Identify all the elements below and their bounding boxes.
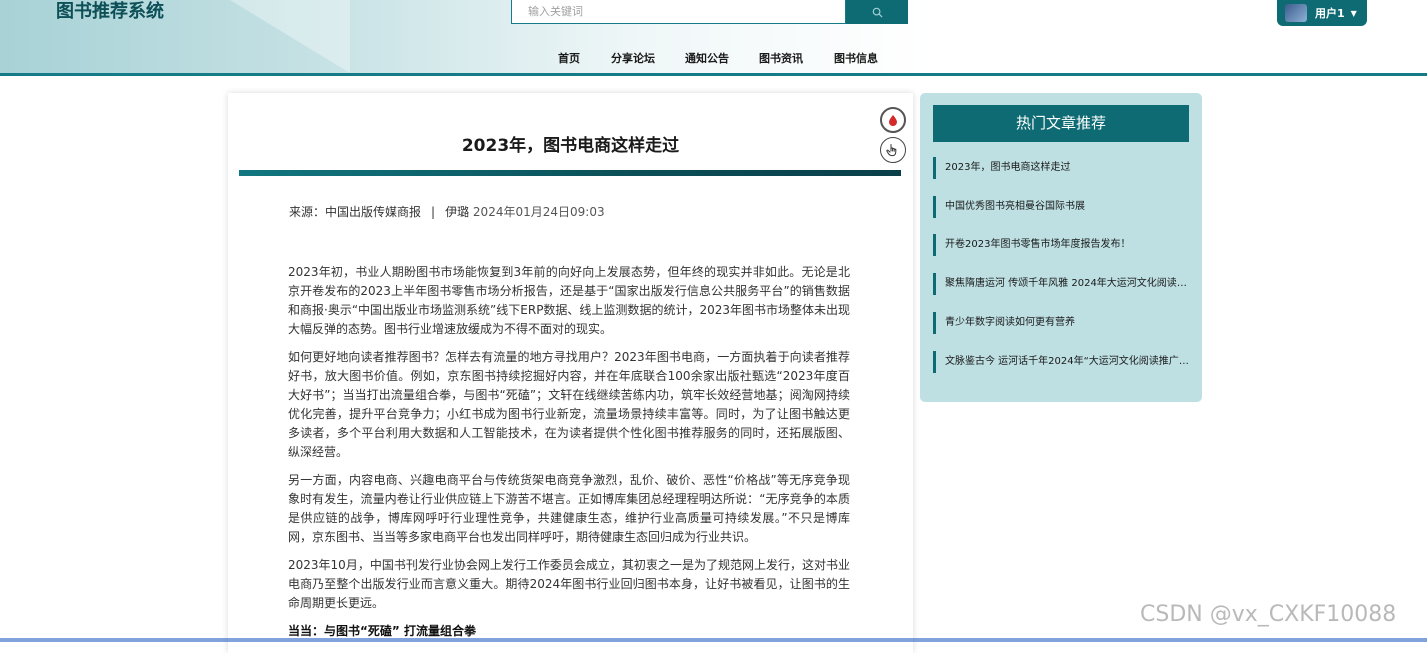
chevron-down-icon: ▼ bbox=[1350, 8, 1357, 18]
search-button[interactable] bbox=[846, 0, 908, 24]
hot-article-link[interactable]: 文脉鉴古今 运河话千年2024年“大运河文化阅读推广季”启动 bbox=[933, 351, 1193, 373]
search-icon bbox=[872, 7, 883, 18]
main-nav: 首页 分享论坛 通知公告 图书资讯 图书信息 bbox=[0, 50, 1427, 66]
bottom-strip bbox=[0, 638, 1427, 642]
article-title: 2023年，图书电商这样走过 bbox=[461, 136, 680, 156]
nav-notice[interactable]: 通知公告 bbox=[685, 50, 729, 66]
article-datetime: 2024年01月24日09:03 bbox=[472, 205, 605, 219]
watermark: CSDN @vx_CXKF10088 bbox=[1140, 602, 1397, 627]
article-paragraph: 另一方面，内容电商、兴趣电商平台与传统货架电商竞争激烈，乱价、破价、恶性“价格战… bbox=[288, 473, 850, 544]
nav-book-news[interactable]: 图书资讯 bbox=[759, 50, 803, 66]
favorite-drop-icon bbox=[889, 115, 897, 126]
search-input[interactable] bbox=[511, 0, 846, 24]
article-paragraph: 2023年10月，中国书刊发行业协会网上发行工作委员会成立，其初衷之一是为了规范… bbox=[288, 558, 850, 610]
nav-home[interactable]: 首页 bbox=[558, 50, 580, 66]
hot-article-link[interactable]: 中国优秀图书亮相曼谷国际书展 bbox=[933, 196, 1193, 218]
hot-articles-panel: 热门文章推荐 2023年，图书电商这样走过 中国优秀图书亮相曼谷国际书展 开卷2… bbox=[920, 93, 1202, 402]
nav-book-info[interactable]: 图书信息 bbox=[834, 50, 878, 66]
hot-articles-title: 热门文章推荐 bbox=[933, 105, 1189, 142]
search-bar bbox=[511, 0, 908, 24]
header: 图书推荐系统 用户1 ▼ 首页 分享论坛 通知公告 图书资讯 图书信息 bbox=[0, 0, 1427, 76]
article-author: 伊璐 bbox=[445, 205, 470, 219]
article-meta: 来源：中国出版传媒商报 | 伊璐 2024年01月24日09:03 bbox=[289, 203, 605, 220]
article-source: 中国出版传媒商报 bbox=[325, 205, 422, 219]
source-label: 来源： bbox=[289, 205, 326, 219]
avatar bbox=[1285, 4, 1307, 22]
hot-article-link[interactable]: 开卷2023年图书零售市场年度报告发布！ bbox=[933, 234, 1193, 256]
hot-article-link[interactable]: 青少年数字阅读如何更有营养 bbox=[933, 312, 1193, 334]
article-paragraph: 如何更好地向读者推荐图书？怎样去有流量的地方寻找用户？2023年图书电商，一方面… bbox=[288, 350, 850, 459]
user-menu-button[interactable]: 用户1 ▼ bbox=[1277, 0, 1367, 26]
article-card: 2023年，图书电商这样走过 来源：中国出版传媒商报 | 伊璐 2024年01月24… bbox=[228, 93, 913, 653]
title-divider bbox=[239, 170, 901, 176]
user-name: 用户1 bbox=[1315, 7, 1345, 20]
meta-separator: | bbox=[431, 205, 436, 219]
nav-forum[interactable]: 分享论坛 bbox=[611, 50, 655, 66]
article-paragraph: 2023年初，书业人期盼图书市场能恢复到3年前的向好向上发展态势，但年终的现实并… bbox=[288, 265, 850, 336]
hot-article-link[interactable]: 2023年，图书电商这样走过 bbox=[933, 157, 1193, 179]
article-body: 2023年初，书业人期盼图书市场能恢复到3年前的向好向上发展态势，但年终的现实并… bbox=[288, 263, 850, 641]
favorite-icon[interactable] bbox=[880, 107, 906, 133]
hot-article-link[interactable]: 聚焦隋唐运河 传颂千年风雅 2024年大运河文化阅读推广活动启动 bbox=[933, 273, 1193, 295]
site-brand[interactable]: 图书推荐系统 bbox=[56, 0, 164, 24]
